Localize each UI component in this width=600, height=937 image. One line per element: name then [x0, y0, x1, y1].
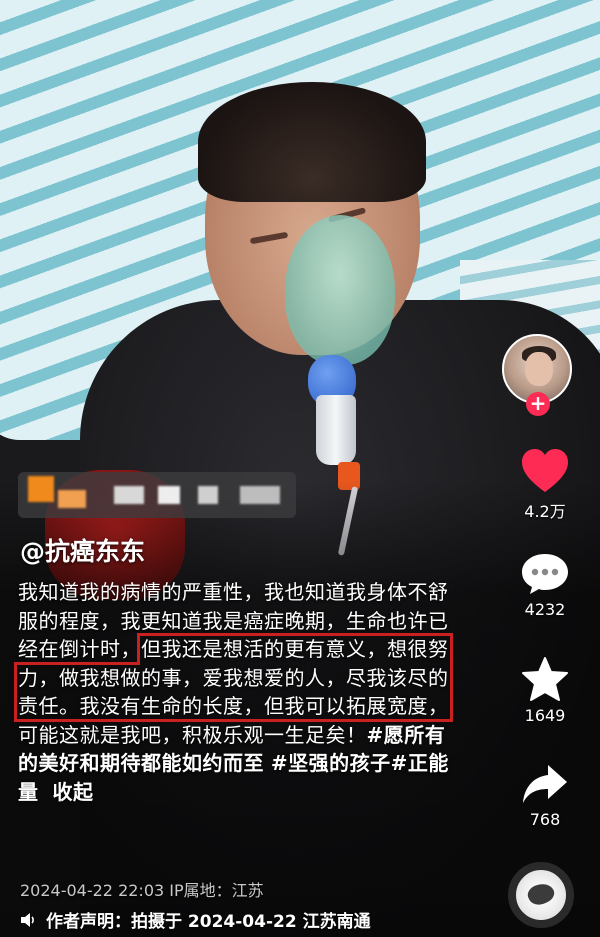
- blurred-logo: [28, 476, 54, 502]
- comment-count: 4232: [524, 600, 566, 619]
- statement-text: 作者声明：拍摄于 2024-04-22 江苏南通: [46, 912, 371, 932]
- post-timestamp: 2024-04-22 22:03 IP属地：江苏: [20, 881, 264, 900]
- heart-icon: [522, 449, 568, 492]
- music-disc[interactable]: [508, 862, 574, 928]
- blurred-banner: [18, 472, 296, 518]
- author-username[interactable]: @抗癌东东: [20, 532, 145, 568]
- video-screen: @抗癌东东 我知道我的病情的严重性，我也知道我身体不舒服的程度，我更知道我是癌症…: [0, 0, 600, 937]
- follow-button[interactable]: +: [526, 392, 550, 416]
- speaker-icon: [21, 912, 34, 927]
- star-icon: [522, 657, 568, 701]
- share-button[interactable]: 768: [490, 762, 600, 829]
- share-count: 768: [529, 810, 561, 829]
- blurred-block: [58, 490, 86, 508]
- share-icon: [523, 765, 567, 803]
- favorite-button[interactable]: 1649: [490, 656, 600, 725]
- caption-text: 可能这就是我吧，积极乐观一生足矣！: [18, 722, 367, 747]
- blurred-block: [240, 486, 280, 504]
- comment-button[interactable]: 4232: [490, 552, 600, 619]
- music-cover: [524, 879, 558, 909]
- oxygen-mask: [285, 215, 395, 365]
- like-button[interactable]: 4.2万: [490, 448, 600, 522]
- hashtag-link[interactable]: #坚强的孩子: [271, 751, 391, 775]
- action-rail: + 4.2万 4232 1649 768: [490, 0, 600, 937]
- avatar-face: [525, 352, 553, 386]
- patient-hair: [198, 82, 426, 202]
- favorite-count: 1649: [524, 706, 566, 725]
- post-caption: 我知道我的病情的严重性，我也知道我身体不舒服的程度，我更知道我是癌症晚期，生命也…: [14, 578, 453, 806]
- nebulizer-cup: [316, 395, 356, 465]
- like-count: 4.2万: [524, 502, 566, 521]
- blurred-block: [198, 486, 218, 504]
- blurred-block: [114, 486, 144, 504]
- comment-icon: [522, 554, 568, 594]
- collapse-button[interactable]: 收起: [53, 780, 94, 804]
- blurred-block: [158, 486, 180, 504]
- author-statement: 作者声明：拍摄于 2024-04-22 江苏南通: [20, 907, 371, 932]
